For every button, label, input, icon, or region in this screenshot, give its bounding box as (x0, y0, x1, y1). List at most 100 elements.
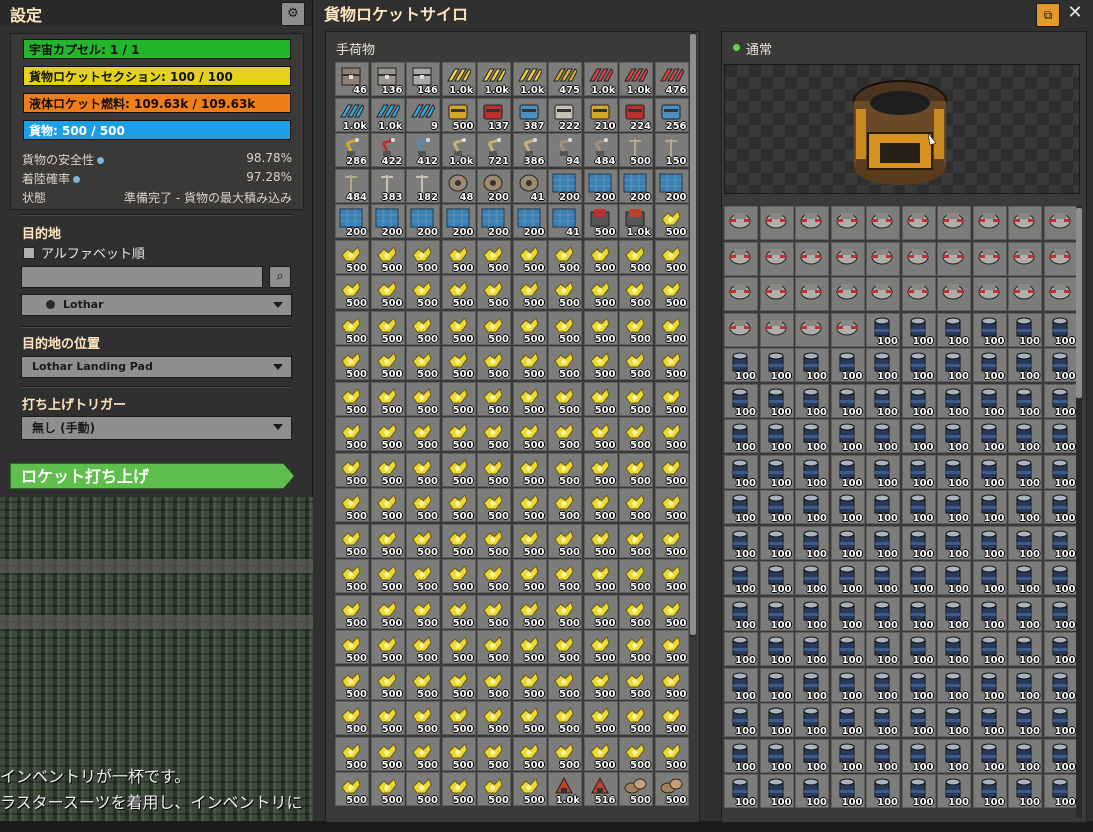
inventory-slot[interactable]: 500 (477, 523, 511, 558)
cargo-slot[interactable]: 100 (830, 490, 865, 524)
cargo-slot[interactable]: 100 (1043, 774, 1078, 808)
inventory-slot[interactable]: 500 (370, 381, 405, 416)
cargo-slot[interactable]: 100 (1043, 667, 1078, 702)
inventory-slot[interactable]: 500 (477, 772, 511, 806)
inventory-slot[interactable]: 500 (512, 346, 547, 380)
cargo-slot[interactable] (937, 277, 971, 311)
cargo-slot[interactable]: 100 (1008, 490, 1042, 524)
inventory-slot[interactable]: 500 (370, 701, 405, 735)
cargo-slot[interactable]: 100 (972, 490, 1007, 524)
inventory-slot[interactable]: 500 (335, 239, 369, 274)
inventory-slot[interactable]: 500 (548, 310, 582, 345)
inventory-slot[interactable]: 500 (619, 523, 653, 558)
cargo-slot[interactable] (759, 241, 794, 276)
cargo-slot[interactable]: 100 (1008, 703, 1042, 737)
cargo-slot[interactable]: 100 (795, 774, 829, 808)
inventory-slot[interactable]: 500 (335, 452, 369, 487)
cargo-slot[interactable]: 100 (1043, 703, 1078, 737)
inventory-slot[interactable]: 500 (406, 559, 440, 593)
cargo-slot[interactable] (830, 206, 865, 240)
cargo-slot[interactable]: 100 (1043, 738, 1078, 773)
inventory-slot[interactable]: 500 (654, 559, 689, 593)
cargo-slot[interactable]: 100 (866, 774, 900, 808)
inventory-slot[interactable]: 500 (583, 488, 618, 522)
cargo-slot[interactable] (866, 206, 900, 240)
cargo-slot[interactable] (972, 277, 1007, 311)
inventory-slot[interactable]: 500 (619, 772, 653, 806)
inventory-slot[interactable]: 500 (619, 594, 653, 629)
cargo-slot[interactable] (759, 277, 794, 311)
inventory-slot[interactable]: 516 (583, 772, 618, 806)
cargo-slot[interactable] (972, 206, 1007, 240)
cargo-slot[interactable]: 100 (866, 490, 900, 524)
inventory-slot[interactable]: 500 (335, 594, 369, 629)
cargo-slot[interactable]: 100 (759, 561, 794, 595)
inventory-slot[interactable]: 500 (335, 665, 369, 700)
inventory-slot[interactable]: 136 (370, 62, 405, 96)
inventory-slot[interactable]: 500 (441, 523, 476, 558)
inventory-slot[interactable]: 500 (512, 239, 547, 274)
inventory-slot[interactable]: 500 (654, 346, 689, 380)
cargo-slot[interactable]: 100 (759, 703, 794, 737)
cargo-slot[interactable]: 100 (795, 596, 829, 631)
inventory-slot[interactable]: 500 (406, 665, 440, 700)
inventory-slot[interactable]: 383 (370, 168, 405, 203)
inventory-slot[interactable]: 500 (335, 275, 369, 309)
inventory-slot[interactable]: 500 (441, 381, 476, 416)
cargo-slot[interactable] (759, 206, 794, 240)
inventory-slot[interactable]: 46 (335, 62, 369, 96)
cargo-slot[interactable]: 100 (830, 454, 865, 489)
cargo-slot[interactable]: 100 (972, 383, 1007, 418)
inventory-slot[interactable]: 500 (654, 630, 689, 664)
inventory-slot[interactable]: 500 (370, 346, 405, 380)
inventory-slot[interactable]: 146 (406, 62, 440, 96)
inventory-slot[interactable]: 500 (477, 310, 511, 345)
inventory-slot[interactable]: 1.0k (441, 62, 476, 96)
inventory-slot[interactable]: 500 (654, 736, 689, 771)
inventory-slot[interactable]: 1.0k (441, 133, 476, 167)
inventory-slot[interactable]: 500 (512, 701, 547, 735)
cargo-slot[interactable] (866, 277, 900, 311)
inventory-slot[interactable]: 150 (654, 133, 689, 167)
inventory-slot[interactable]: 500 (441, 346, 476, 380)
inventory-slot[interactable]: 200 (406, 204, 440, 238)
inventory-slot[interactable]: 500 (548, 701, 582, 735)
inventory-slot[interactable]: 500 (583, 736, 618, 771)
inventory-slot[interactable]: 500 (406, 630, 440, 664)
inventory-slot[interactable]: 500 (406, 275, 440, 309)
inventory-slot[interactable]: 500 (512, 417, 547, 451)
inventory-slot[interactable]: 500 (548, 665, 582, 700)
inventory-slot[interactable]: 500 (654, 239, 689, 274)
inventory-slot[interactable]: 500 (335, 736, 369, 771)
inventory-slot[interactable]: 500 (583, 275, 618, 309)
cargo-slot[interactable]: 100 (1008, 667, 1042, 702)
launch-rocket-button[interactable]: ロケット打ち上げ (10, 463, 294, 489)
circuit-network-button[interactable]: ⧉ (1036, 3, 1060, 27)
inventory-slot[interactable]: 1.0k (335, 97, 369, 132)
inventory-slot[interactable]: 500 (335, 381, 369, 416)
cargo-slot[interactable]: 100 (972, 312, 1007, 347)
cargo-slot[interactable] (1008, 206, 1042, 240)
cargo-slot[interactable] (901, 206, 936, 240)
inventory-slot[interactable]: 500 (619, 310, 653, 345)
cargo-slot[interactable]: 100 (759, 632, 794, 666)
inventory-slot[interactable]: 1.0k (583, 62, 618, 96)
cargo-slot[interactable]: 100 (1008, 454, 1042, 489)
inventory-slot[interactable]: 210 (583, 97, 618, 132)
inventory-slot[interactable]: 500 (335, 310, 369, 345)
scroll-thumb[interactable] (690, 34, 696, 635)
inventory-slot[interactable]: 500 (406, 346, 440, 380)
game-world-view[interactable]: インベントリが一杯です。 ラスタースーツを着用し、インベントリに (0, 497, 313, 821)
cargo-slot[interactable]: 100 (866, 632, 900, 666)
cargo-slot[interactable]: 100 (830, 632, 865, 666)
trigger-dropdown[interactable]: 無し (手動) (21, 416, 292, 440)
inventory-slot[interactable]: 500 (477, 665, 511, 700)
inventory-slot[interactable]: 500 (619, 133, 653, 167)
inventory-slot[interactable]: 412 (406, 133, 440, 167)
cargo-slot[interactable] (1043, 206, 1078, 240)
inventory-slot[interactable]: 500 (548, 452, 582, 487)
cargo-slot[interactable] (866, 241, 900, 276)
inventory-slot[interactable]: 41 (548, 204, 582, 238)
cargo-slot[interactable]: 100 (795, 419, 829, 453)
inventory-slot[interactable]: 500 (654, 665, 689, 700)
